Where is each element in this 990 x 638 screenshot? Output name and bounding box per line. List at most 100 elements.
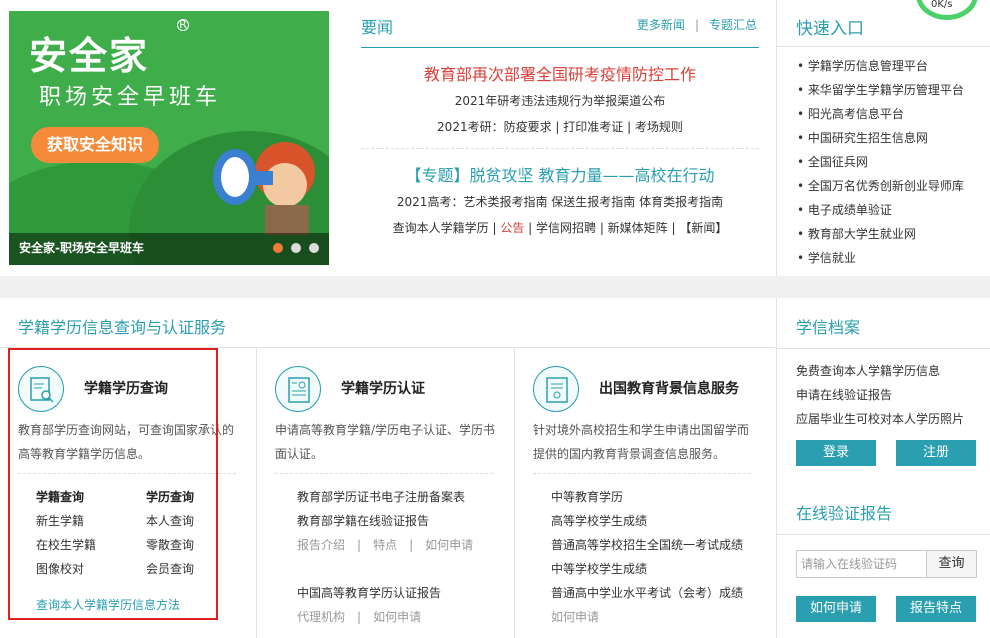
quick-entry-item[interactable]: 全国征兵网 [797, 153, 964, 177]
sub-links: 报告介绍 | 特点 | 如何申请 [297, 536, 473, 553]
quick-entry-item[interactable]: 电子成绩单验证 [797, 201, 964, 225]
quick-entry-item[interactable]: 教育部大学生就业网 [797, 225, 964, 249]
category-heading[interactable]: 学籍查询 [36, 488, 84, 505]
service-card-degree-query: 学籍学历查询 教育部学历查询网站，可查询国家承认的高等教育学籍学历信息。 学籍查… [0, 348, 257, 638]
quick-entry-panel: 快速入口 学籍学历信息管理平台 来华留学生学籍学历管理平台 阳光高考信息平台 中… [776, 0, 990, 276]
news-link[interactable]: 2021年研考违法违规行为举报渠道公布 [361, 92, 759, 109]
query-link[interactable]: 零散查询 [146, 536, 194, 553]
archive-link[interactable]: 免费查询本人学籍学历信息 [796, 362, 940, 379]
login-button[interactable]: 登录 [796, 440, 876, 466]
quick-entry-item[interactable]: 全国万名优秀创新创业导师库 [797, 177, 964, 201]
news-header-links: 更多新闻 | 专题汇总 [637, 16, 757, 33]
news-link-row: 查询本人学籍学历 | 公告 | 学信网招聘 | 新媒体矩阵 | 【新闻】 [361, 219, 759, 236]
verify-report-title: 在线验证报告 [796, 504, 893, 523]
divider [18, 473, 236, 474]
xuexin-archive-panel: 学信档案 免费查询本人学籍学历信息 申请在线验证报告 应届毕业生可校对本人学历照… [776, 298, 990, 638]
news-headline-link[interactable]: 教育部再次部署全国研考疫情防控工作 [361, 61, 759, 85]
top-section: 安全家 R 职场安全早班车 获取安全知识 安全家-职场安全早班车 要闻 更多新闻… [0, 0, 990, 276]
service-card-title[interactable]: 学籍学历认证 [341, 378, 425, 398]
diploma-icon [533, 366, 579, 412]
query-link[interactable]: 图像校对 [36, 560, 84, 577]
divider [275, 473, 493, 474]
registered-mark: R [177, 19, 189, 31]
divider [533, 473, 751, 474]
service-link[interactable]: 高等学校学生成绩 [551, 512, 647, 529]
news-link[interactable]: 2021考研：防疫要求 | 打印准考证 | 考场规则 [361, 118, 759, 135]
separator: | [409, 538, 414, 552]
banner-cta-button[interactable]: 获取安全知识 [31, 127, 159, 163]
service-card-description: 申请高等教育学籍/学历电子认证、学历书面认证。 [275, 423, 496, 461]
quick-entry-item[interactable]: 学信就业 [797, 249, 964, 273]
agency-link[interactable]: 代理机构 [297, 610, 345, 624]
quick-entry-item[interactable]: 阳光高考信息平台 [797, 105, 964, 129]
document-search-icon [18, 366, 64, 412]
features-link[interactable]: 特点 [373, 538, 397, 552]
banner-brand: 安全家 [29, 34, 150, 78]
speed-readout: 0K/s [931, 0, 953, 10]
services-title: 学籍学历信息查询与认证服务 [18, 318, 227, 337]
banner-slogan: 职场安全早班车 [39, 85, 222, 110]
service-card-title[interactable]: 出国教育背景信息服务 [599, 378, 739, 398]
news-link[interactable]: 2021高考：艺术类报考指南 保送生报考指南 体育类报考指南 [361, 193, 759, 210]
bottom-section: 学籍学历信息查询与认证服务 学籍学历查询 教育部学历查询网站，可查询国家承认的高… [0, 298, 990, 638]
carousel-dots [273, 243, 319, 253]
divider [777, 534, 990, 535]
separator: | [357, 538, 362, 552]
separator: | [694, 18, 699, 32]
carousel-dot[interactable] [273, 243, 283, 253]
news-link[interactable]: | 学信网招聘 | 新媒体矩阵 | 【新闻】 [524, 221, 727, 235]
archive-title: 学信档案 [796, 318, 861, 337]
service-link[interactable]: 教育部学历证书电子注册备案表 [297, 488, 465, 505]
quick-entry-item[interactable]: 中国研究生招生信息网 [797, 129, 964, 153]
how-to-apply-button[interactable]: 如何申请 [796, 596, 876, 622]
special-topic-link[interactable]: 【专题】脱贫攻坚 教育力量——高校在行动 [361, 162, 759, 186]
service-card-description: 教育部学历查询网站，可查询国家承认的高等教育学籍学历信息。 [18, 423, 235, 461]
service-link[interactable]: 中等学校学生成绩 [551, 560, 647, 577]
query-link[interactable]: 会员查询 [146, 560, 194, 577]
how-to-apply-link[interactable]: 如何申请 [373, 610, 421, 624]
service-card-description: 针对境外高校招生和学生申请出国留学而提供的国内教育背景调查信息服务。 [533, 423, 750, 461]
sub-links: 代理机构 | 如何申请 [297, 608, 421, 625]
service-link[interactable]: 中等教育学历 [551, 488, 623, 505]
news-divider [361, 148, 759, 149]
category-heading[interactable]: 学历查询 [146, 488, 194, 505]
news-title: 要闻 [361, 18, 394, 37]
quick-entry-item[interactable]: 来华留学生学籍学历管理平台 [797, 81, 964, 105]
services-header: 学籍学历信息查询与认证服务 [0, 298, 775, 348]
mascot-megaphone-illustration [213, 142, 315, 235]
service-card-overseas-background: 出国教育背景信息服务 针对境外高校招生和学生申请出国留学而提供的国内教育背景调查… [515, 348, 775, 638]
service-card-title[interactable]: 学籍学历查询 [84, 378, 168, 398]
how-to-apply-link[interactable]: 如何申请 [551, 608, 599, 625]
archive-link[interactable]: 应届毕业生可校对本人学历照片 [796, 410, 964, 427]
news-link[interactable]: 查询本人学籍学历 | [393, 221, 501, 235]
query-link[interactable]: 新生学籍 [36, 512, 84, 529]
report-intro-link[interactable]: 报告介绍 [297, 538, 345, 552]
service-link[interactable]: 中国高等教育学历认证报告 [297, 584, 441, 601]
verify-code-input[interactable]: 请输入在线验证码 [796, 550, 927, 578]
register-button[interactable]: 注册 [896, 440, 976, 466]
announcement-link[interactable]: 公告 [500, 221, 524, 235]
service-link[interactable]: 教育部学籍在线验证报告 [297, 512, 429, 529]
quick-entry-list: 学籍学历信息管理平台 来华留学生学籍学历管理平台 阳光高考信息平台 中国研究生招… [797, 57, 964, 273]
news-header: 要闻 更多新闻 | 专题汇总 [361, 14, 759, 48]
service-link[interactable]: 普通高等学校招生全国统一考试成绩 [551, 536, 743, 553]
separator: | [357, 610, 362, 624]
promo-banner[interactable]: 安全家 R 职场安全早班车 获取安全知识 安全家-职场安全早班车 [9, 11, 329, 265]
query-button[interactable]: 查询 [927, 550, 977, 578]
report-features-button[interactable]: 报告特点 [896, 596, 976, 622]
query-link[interactable]: 本人查询 [146, 512, 194, 529]
certificate-icon [275, 366, 321, 412]
divider [777, 348, 990, 349]
more-news-link[interactable]: 更多新闻 [637, 18, 685, 32]
quick-entry-title: 快速入口 [796, 19, 864, 39]
how-to-apply-link[interactable]: 如何申请 [425, 538, 473, 552]
topics-link[interactable]: 专题汇总 [709, 18, 757, 32]
query-method-link[interactable]: 查询本人学籍学历信息方法 [36, 596, 180, 613]
carousel-dot[interactable] [309, 243, 319, 253]
divider [777, 46, 990, 47]
archive-link[interactable]: 申请在线验证报告 [796, 386, 892, 403]
service-link[interactable]: 普通高中学业水平考试（会考）成绩 [551, 584, 743, 601]
carousel-dot[interactable] [291, 243, 301, 253]
quick-entry-item[interactable]: 学籍学历信息管理平台 [797, 57, 964, 81]
query-link[interactable]: 在校生学籍 [36, 536, 96, 553]
